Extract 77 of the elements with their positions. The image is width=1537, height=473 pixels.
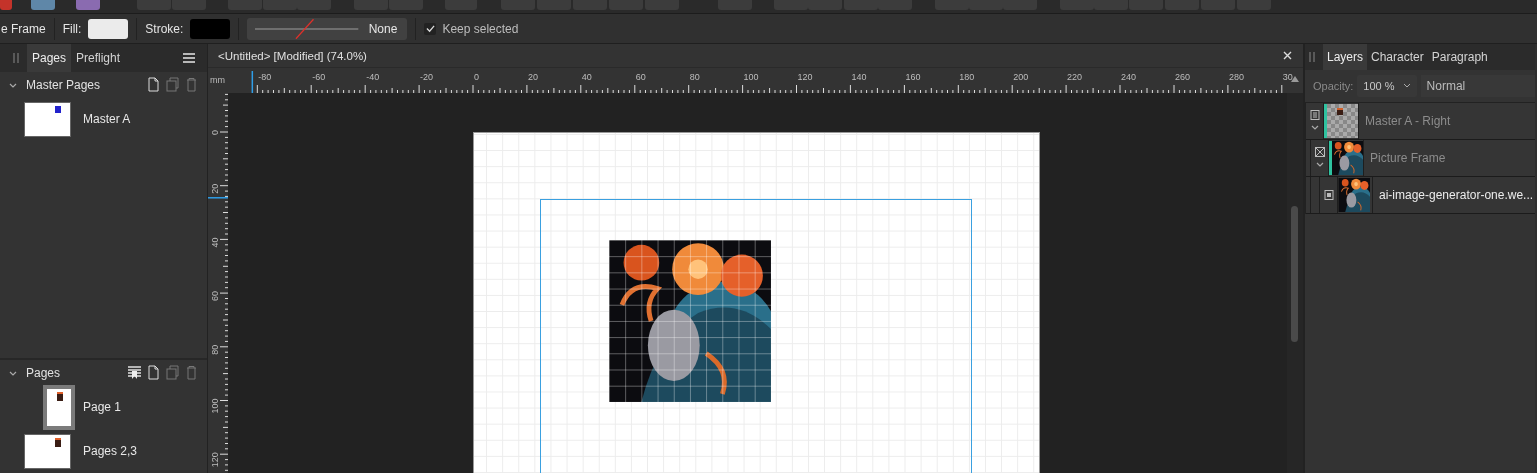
ruler-unit: mm bbox=[210, 75, 225, 85]
ruler-label: 100 bbox=[210, 398, 220, 414]
blend-mode-dropdown[interactable]: Normal bbox=[1420, 75, 1535, 97]
ruler-label: 240 bbox=[1121, 72, 1137, 82]
cursor-guide bbox=[208, 197, 228, 199]
panel-tab[interactable]: Pages bbox=[27, 44, 72, 72]
layer-name[interactable]: Master A - Right bbox=[1358, 103, 1451, 139]
ruler-label: 0 bbox=[210, 130, 220, 135]
page-thumbnail[interactable] bbox=[43, 384, 75, 430]
page-icon[interactable] bbox=[1309, 110, 1320, 120]
ruler-label: 260 bbox=[1175, 72, 1191, 82]
image-icon[interactable] bbox=[1323, 190, 1334, 200]
cursor-guide bbox=[251, 70, 254, 93]
ruler-label: 40 bbox=[581, 72, 592, 82]
ruler-label: 120 bbox=[797, 72, 813, 82]
ruler-label: 20 bbox=[210, 183, 220, 194]
no-stroke-icon bbox=[255, 18, 359, 39]
ruler-label: 200 bbox=[1013, 72, 1029, 82]
ruler-label: 160 bbox=[905, 72, 921, 82]
toolbar-button[interactable] bbox=[31, 0, 55, 10]
toolbar-button[interactable] bbox=[76, 0, 100, 10]
ruler-label: 40 bbox=[210, 237, 220, 248]
swatch-label: Stroke: bbox=[145, 21, 184, 36]
ruler-label: 80 bbox=[210, 344, 220, 355]
ruler-label: 20 bbox=[527, 72, 538, 82]
ruler-label: 140 bbox=[851, 72, 867, 82]
section-title: Master Pages bbox=[26, 77, 102, 92]
panel-grip-icon[interactable] bbox=[13, 53, 19, 63]
toolbar-button[interactable] bbox=[0, 0, 12, 10]
trash-icon[interactable] bbox=[184, 77, 199, 92]
page-label: Pages 2,3 bbox=[83, 444, 138, 458]
scrollbar-thumb[interactable] bbox=[1291, 206, 1298, 342]
ruler-label: -40 bbox=[366, 72, 380, 82]
swatch-label: Fill: bbox=[62, 21, 82, 36]
menu-icon[interactable] bbox=[183, 53, 195, 63]
panel-tab[interactable]: Paragraph bbox=[1427, 44, 1492, 70]
ruler-label: 100 bbox=[743, 72, 759, 82]
scroll-up-icon[interactable] bbox=[1291, 76, 1299, 82]
panel-tab[interactable]: Character bbox=[1367, 44, 1428, 70]
ruler-label: 120 bbox=[210, 452, 220, 468]
layer-thumbnail bbox=[1337, 108, 1343, 115]
ruler-label: 280 bbox=[1228, 72, 1244, 82]
section-title: Pages bbox=[26, 365, 62, 380]
ruler-label: 220 bbox=[1067, 72, 1083, 82]
close-icon[interactable] bbox=[1283, 51, 1292, 60]
stroke-style-dropdown[interactable]: None bbox=[247, 17, 408, 40]
ruler-label: 60 bbox=[210, 291, 220, 302]
add-page-icon[interactable] bbox=[146, 77, 161, 92]
opacity-label: Opacity: bbox=[1313, 80, 1354, 92]
page-label: Page 1 bbox=[83, 400, 122, 414]
ruler-label: -60 bbox=[312, 72, 326, 82]
panel-tab[interactable]: Preflight bbox=[71, 44, 126, 72]
color-swatch[interactable] bbox=[190, 18, 231, 39]
add-page-icon[interactable] bbox=[146, 365, 161, 380]
page-thumbnail[interactable] bbox=[24, 433, 71, 469]
page-label: Master A bbox=[83, 112, 131, 126]
color-swatch[interactable] bbox=[88, 18, 129, 39]
chevron-icon[interactable] bbox=[1402, 83, 1411, 89]
page-thumbnail[interactable] bbox=[24, 101, 71, 137]
ruler-label: 30 bbox=[1282, 72, 1293, 82]
ruler-label: 80 bbox=[689, 72, 700, 82]
layer-name[interactable]: ai-image-generator-one.we... bbox=[1372, 177, 1534, 213]
checkbox-label: Keep selected bbox=[442, 21, 519, 36]
move-pages-icon[interactable] bbox=[127, 365, 142, 380]
ruler-label: 180 bbox=[959, 72, 975, 82]
checkbox[interactable] bbox=[424, 22, 437, 35]
ruler-label: 0 bbox=[474, 72, 479, 82]
ruler-label: -20 bbox=[420, 72, 434, 82]
opacity-dropdown[interactable]: 100 % bbox=[1357, 75, 1417, 97]
layer-name[interactable]: Picture Frame bbox=[1363, 140, 1446, 176]
tool-label: e Frame bbox=[1, 21, 46, 36]
ruler-label: 60 bbox=[635, 72, 646, 82]
panel-tab[interactable]: Layers bbox=[1323, 44, 1368, 70]
panel-grip-icon[interactable] bbox=[1309, 52, 1315, 62]
trash-icon[interactable] bbox=[184, 365, 199, 380]
frame-icon[interactable] bbox=[1314, 147, 1325, 157]
ruler-label: -80 bbox=[258, 72, 272, 82]
